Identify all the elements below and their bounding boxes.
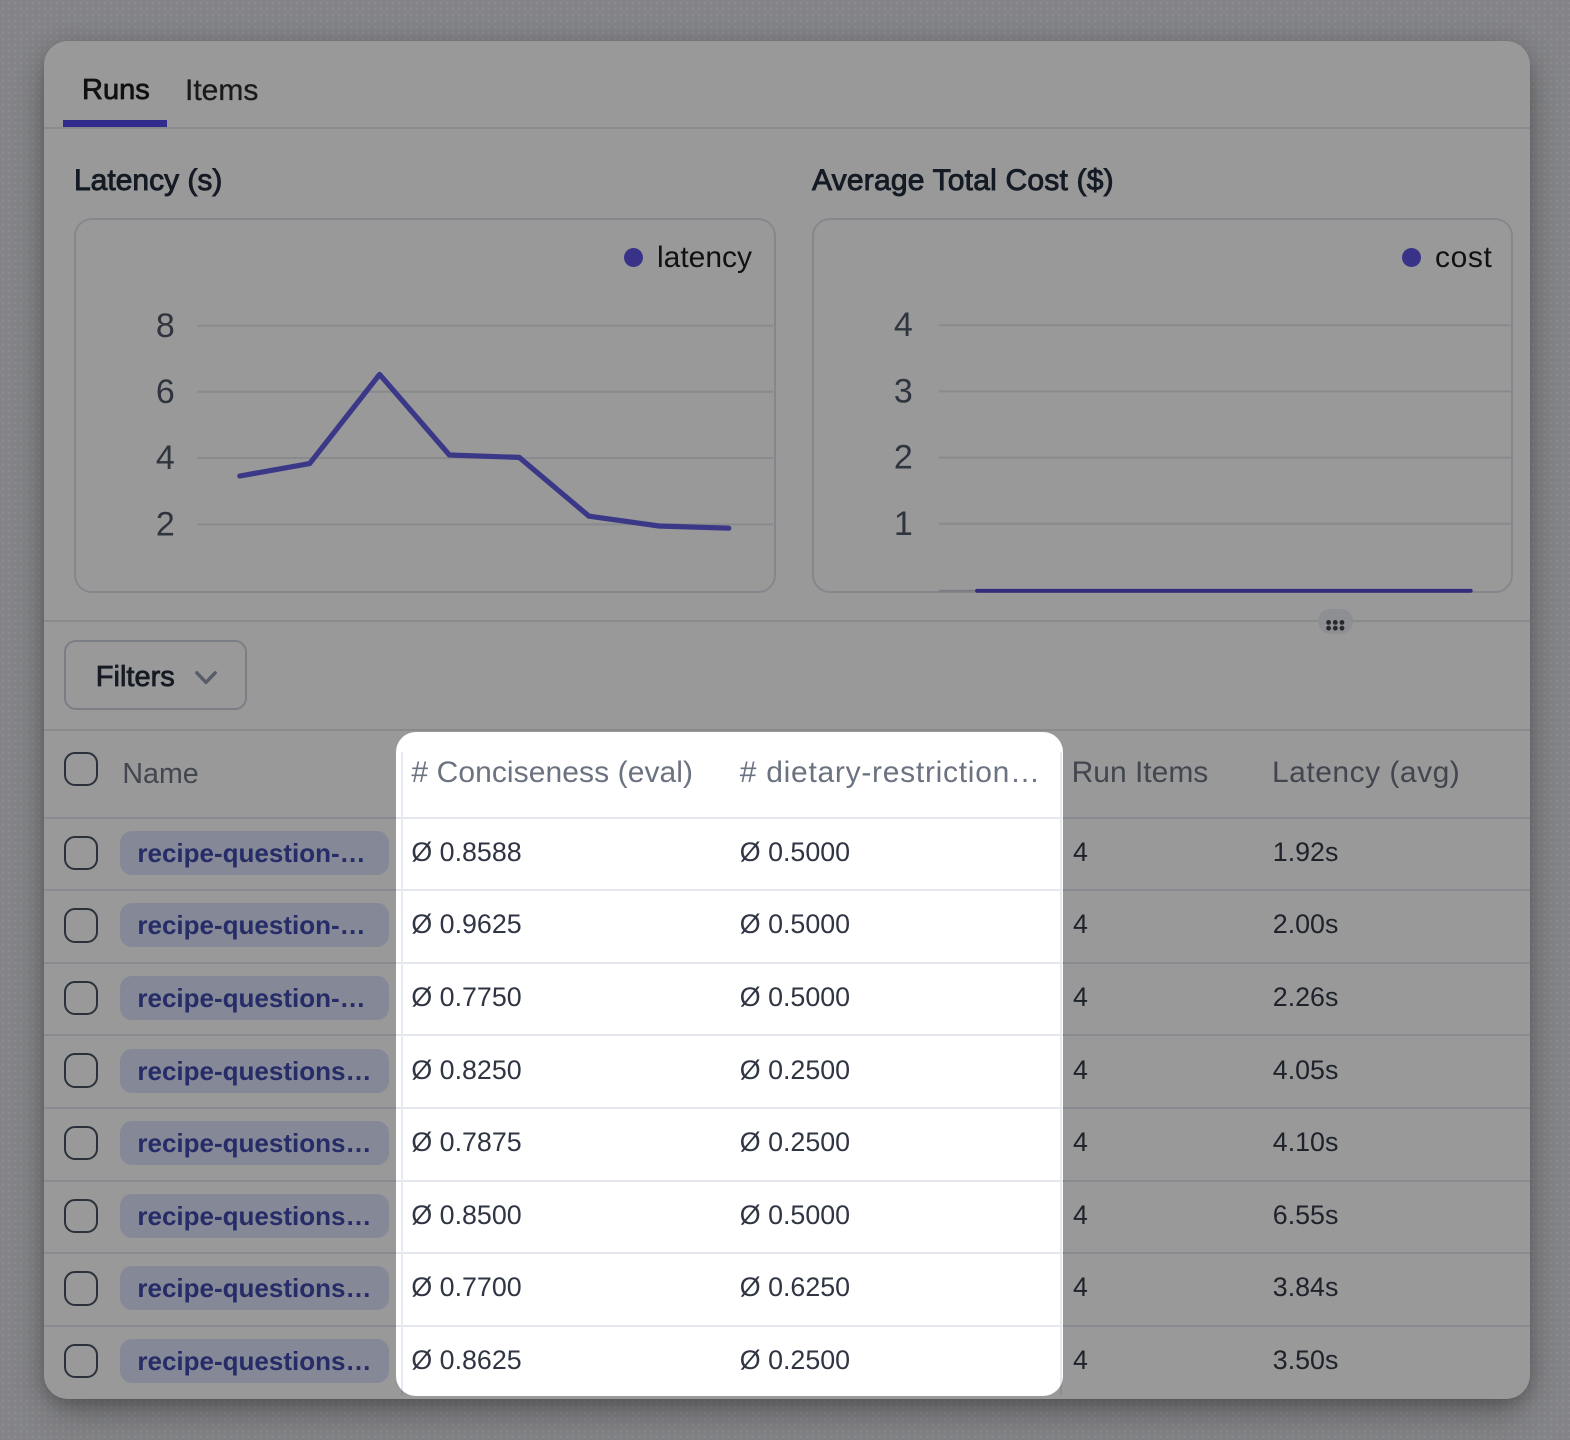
svg-text:1: 1 — [894, 505, 913, 543]
svg-text:2: 2 — [894, 438, 913, 476]
svg-text:6: 6 — [156, 373, 175, 411]
svg-text:4: 4 — [894, 306, 913, 344]
svg-text:3: 3 — [894, 372, 913, 410]
svg-text:8: 8 — [156, 307, 175, 345]
svg-text:2: 2 — [156, 505, 175, 543]
svg-text:4: 4 — [156, 439, 175, 477]
